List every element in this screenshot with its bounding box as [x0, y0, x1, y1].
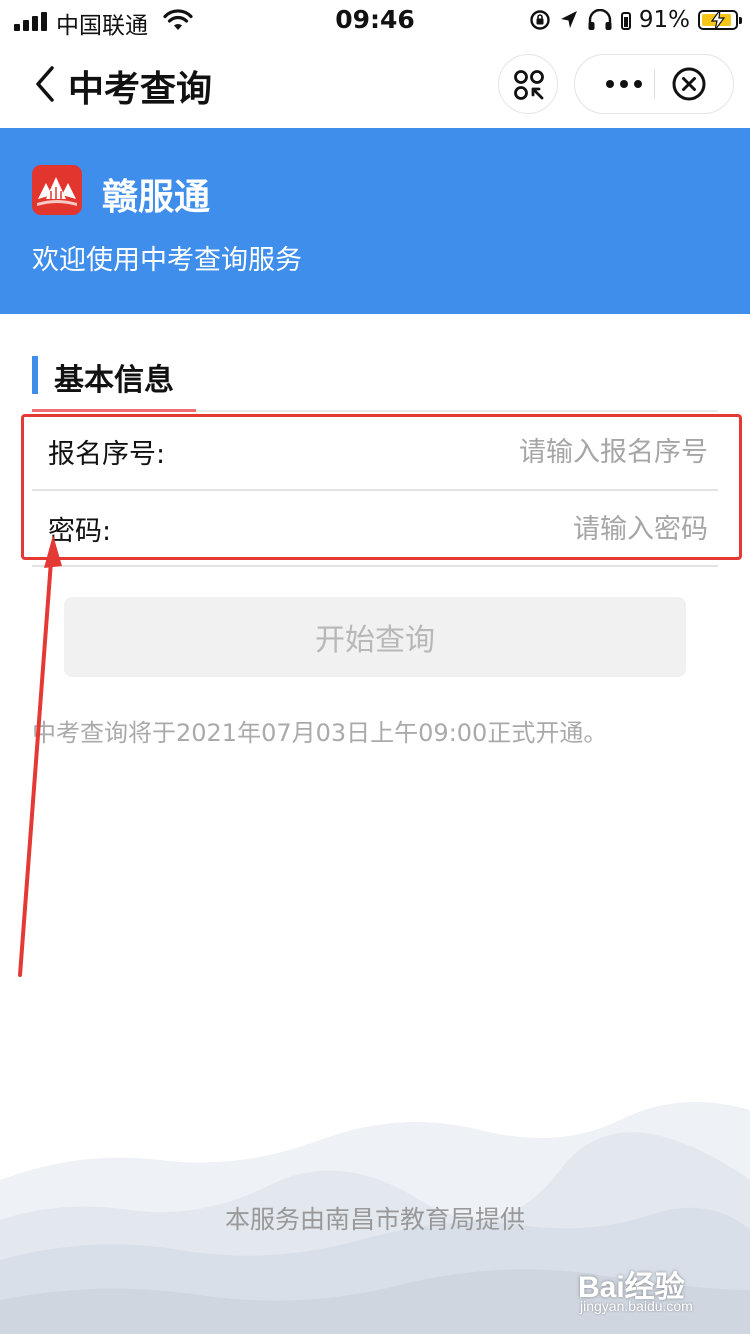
watermark-url: jingyan.baidu.com — [580, 1298, 693, 1314]
brand-name: 赣服通 — [102, 177, 211, 218]
rotation-lock-icon — [530, 10, 550, 30]
close-button[interactable] — [657, 55, 733, 113]
capsule-divider — [654, 69, 655, 99]
page-title: 中考查询 — [68, 69, 213, 110]
baidu-jingyan-watermark: Bai经验 jingyan.baidu.com — [578, 1262, 718, 1324]
section-title: 基本信息 — [54, 363, 174, 398]
battery-percent: 91% — [638, 7, 690, 33]
service-provider-text: 本服务由南昌市教育局提供 — [224, 1205, 525, 1234]
battery-icon — [698, 10, 742, 30]
ganfutong-logo-icon — [32, 165, 82, 215]
more-dots-icon — [606, 80, 642, 88]
section-accent-bar — [32, 356, 38, 394]
annotation-highlight-box — [21, 414, 742, 560]
more-button[interactable] — [593, 55, 655, 113]
welcome-text: 欢迎使用中考查询服务 — [32, 245, 302, 276]
headphone-battery-icon — [620, 12, 631, 30]
opening-notice: 中考查询将于2021年07月03日上午09:00正式开通。 — [32, 719, 608, 747]
service-banner: 赣服通 欢迎使用中考查询服务 — [0, 128, 750, 314]
scan-button[interactable] — [498, 54, 558, 114]
status-bar: 中国联通 09:46 91% — [0, 0, 750, 40]
row-divider — [32, 565, 718, 567]
mini-program-capsule — [574, 54, 734, 114]
start-query-button[interactable]: 开始查询 — [64, 597, 686, 677]
location-arrow-icon — [560, 11, 577, 28]
section-underline — [32, 409, 196, 412]
nav-bar: 中考查询 — [0, 40, 750, 128]
scan-icon — [514, 70, 544, 100]
close-circle-icon — [672, 67, 706, 101]
headphones-icon — [588, 9, 612, 30]
back-arrow-icon[interactable] — [30, 62, 60, 106]
